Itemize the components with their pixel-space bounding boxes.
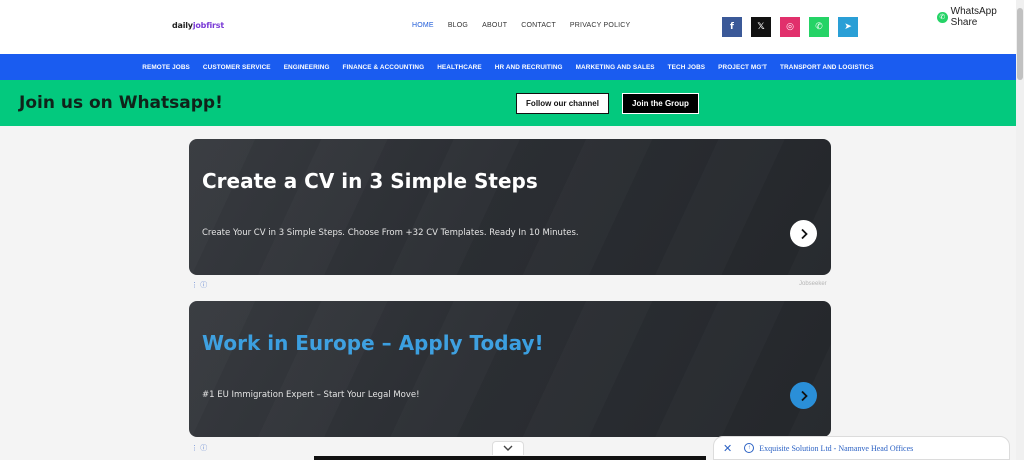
category-link[interactable]: TECH JOBS (661, 64, 711, 71)
ad-choices-icon[interactable]: ⋮ ⓘ (191, 443, 207, 453)
whatsapp-icon: ✆ (937, 11, 948, 23)
scrollbar-thumb[interactable] (1017, 8, 1023, 80)
category-link[interactable]: TRANSPORT AND LOGISTICS (774, 64, 881, 71)
banner-title: Join us on Whatsapp! (19, 93, 223, 113)
top-navigation: HOME BLOG ABOUT CONTACT PRIVACY POLICY (412, 22, 630, 29)
whatsapp-banner: Join us on Whatsapp! Follow our channel … (0, 80, 1016, 126)
category-link[interactable]: CUSTOMER SERVICE (196, 64, 277, 71)
logo-prefix: daily (172, 21, 193, 30)
chevron-right-icon[interactable] (790, 382, 817, 409)
ad-choices-icon[interactable]: ⋮ ⓘ (191, 280, 207, 290)
category-navigation: REMOTE JOBS CUSTOMER SERVICE ENGINEERING FI… (0, 54, 1016, 80)
whatsapp-share-label: WhatsApp Share (950, 6, 997, 28)
instagram-icon[interactable]: ◎ (780, 17, 800, 37)
chevron-right-icon[interactable] (790, 220, 817, 247)
ad-title: Create a CV in 3 Simple Steps (202, 169, 538, 193)
category-link[interactable]: ENGINEERING (277, 64, 336, 71)
category-link[interactable]: MARKETING AND SALES (569, 64, 661, 71)
nav-blog[interactable]: BLOG (448, 22, 468, 29)
x-icon[interactable]: 𝕏 (751, 17, 771, 37)
ad-source: Jobseeker (799, 281, 827, 287)
telegram-icon[interactable]: ➤ (838, 17, 858, 37)
nav-home[interactable]: HOME (412, 22, 434, 29)
logo-accent: jobfirst (192, 21, 224, 30)
whatsapp-share-button[interactable]: ✆ WhatsApp Share (937, 6, 1024, 28)
bottom-ad-strip (314, 456, 706, 460)
category-link[interactable]: FINANCE & ACCOUNTING (336, 64, 431, 71)
map-notice[interactable]: ✕ ↑ Exquisite Solution Ltd - Namanve Hea… (713, 436, 1010, 460)
collapse-ad-button[interactable] (492, 441, 524, 455)
notice-text[interactable]: Exquisite Solution Ltd - Namanve Head Of… (759, 444, 913, 453)
follow-channel-button[interactable]: Follow our channel (516, 93, 609, 114)
location-icon: ↑ (744, 443, 755, 453)
ad-card-europe[interactable]: Work in Europe – Apply Today! #1 EU Immi… (189, 301, 831, 437)
site-logo[interactable]: dailyjobfirst (172, 21, 224, 30)
ad-card-cv[interactable]: Create a CV in 3 Simple Steps Create You… (189, 139, 831, 275)
category-link[interactable]: HR AND RECRUITING (488, 64, 569, 71)
ad-text: #1 EU Immigration Expert – Start Your Le… (202, 390, 420, 400)
nav-about[interactable]: ABOUT (482, 22, 507, 29)
site-header: dailyjobfirst HOME BLOG ABOUT CONTACT PR… (0, 0, 1016, 54)
category-link[interactable]: REMOTE JOBS (136, 64, 197, 71)
join-group-button[interactable]: Join the Group (622, 93, 699, 114)
category-link[interactable]: HEALTHCARE (431, 64, 489, 71)
scrollbar[interactable] (1016, 0, 1024, 460)
ad-text: Create Your CV in 3 Simple Steps. Choose… (202, 228, 579, 238)
nav-contact[interactable]: CONTACT (521, 22, 556, 29)
ad-title: Work in Europe – Apply Today! (202, 331, 544, 355)
nav-privacy-policy[interactable]: PRIVACY POLICY (570, 22, 631, 29)
chevron-down-icon (503, 445, 513, 451)
category-link[interactable]: PROJECT MG'T (712, 64, 774, 71)
social-links: f 𝕏 ◎ ✆ ➤ (722, 17, 858, 37)
whatsapp-icon[interactable]: ✆ (809, 17, 829, 37)
facebook-icon[interactable]: f (722, 17, 742, 37)
close-icon[interactable]: ✕ (723, 442, 732, 455)
